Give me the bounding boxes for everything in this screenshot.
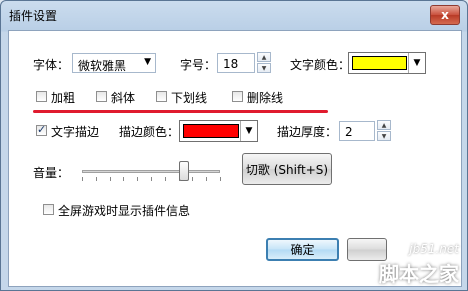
switch-song-button-label: 切歌 (Shift+S) [245,162,329,177]
spin-up-icon[interactable]: ▲ [377,120,391,130]
chevron-down-icon: ▼ [240,121,257,141]
volume-slider-thumb[interactable] [179,161,189,181]
slider-tick [82,177,83,181]
slider-tick [96,177,97,181]
window-title: 插件设置 [9,9,58,23]
switch-song-button[interactable]: 切歌 (Shift+S) [242,153,332,185]
ok-button-label: 确定 [290,243,315,257]
close-icon: x [441,8,449,22]
italic-label: 斜体 [111,91,136,105]
strikethrough-label: 删除线 [247,91,284,105]
text-color-picker[interactable]: ▼ [348,52,426,74]
strikethrough-checkbox[interactable] [232,91,243,102]
font-select-value: 微软雅黑 [78,59,127,73]
text-color-label: 文字颜色： [290,58,351,72]
outline-color-label: 描边颜色： [119,125,180,139]
slider-tick [206,177,207,181]
slider-tick [192,177,193,181]
slider-tick [137,177,138,181]
spin-up-icon[interactable]: ▲ [257,52,271,62]
size-input[interactable]: 18 [217,53,255,73]
dialog-window: 插件设置 x 字体： 微软雅黑 ▼ 字号： 18 ▲ ▼ 文字颜色： ▼ 加粗 … [0,0,468,291]
outline-thickness-input[interactable]: 2 [339,121,375,141]
slider-tick [123,177,124,181]
slider-tick [165,177,166,181]
watermark-url: jb51.net [409,242,459,256]
outline-checkbox[interactable] [36,123,47,136]
bold-label: 加粗 [51,91,76,105]
chevron-down-icon: ▼ [408,53,425,73]
slider-tick [151,177,152,181]
ok-button[interactable]: 确定 [266,238,339,261]
close-button[interactable]: x [430,5,460,25]
outline-color-picker[interactable]: ▼ [179,120,258,142]
outline-thickness-label: 描边厚度： [277,125,338,139]
bold-checkbox[interactable] [36,91,47,102]
chevron-down-icon: ▼ [144,57,151,67]
outline-thickness-spinner[interactable]: ▲ ▼ [377,120,391,142]
outline-thickness-value: 2 [345,125,353,139]
italic-checkbox[interactable] [96,91,107,102]
volume-label: 音量： [33,166,70,180]
font-label: 字体： [33,58,70,72]
spin-down-icon[interactable]: ▼ [377,131,391,141]
site-watermark: jb51.net 脚本之家 [330,240,465,290]
outline-label: 文字描边 [51,125,100,139]
underline-checkbox[interactable] [156,91,167,102]
font-select[interactable]: 微软雅黑 ▼ [72,53,156,73]
underline-label: 下划线 [171,91,208,105]
size-label: 字号： [180,58,217,72]
watermark-text: 脚本之家 [379,262,459,286]
slider-tick [110,177,111,181]
outline-color-swatch [183,124,239,138]
volume-slider-ticks [82,177,221,181]
size-value: 18 [223,57,239,71]
fullscreen-info-label: 全屏游戏时显示插件信息 [58,204,191,218]
text-color-swatch [352,56,407,70]
highlight-underline [33,110,328,113]
slider-tick [220,177,221,181]
fullscreen-info-checkbox[interactable] [43,204,54,215]
volume-slider-track[interactable] [82,170,220,173]
spin-down-icon[interactable]: ▼ [257,63,271,73]
title-bar[interactable]: 插件设置 x [1,1,467,29]
size-spinner[interactable]: ▲ ▼ [257,52,271,74]
